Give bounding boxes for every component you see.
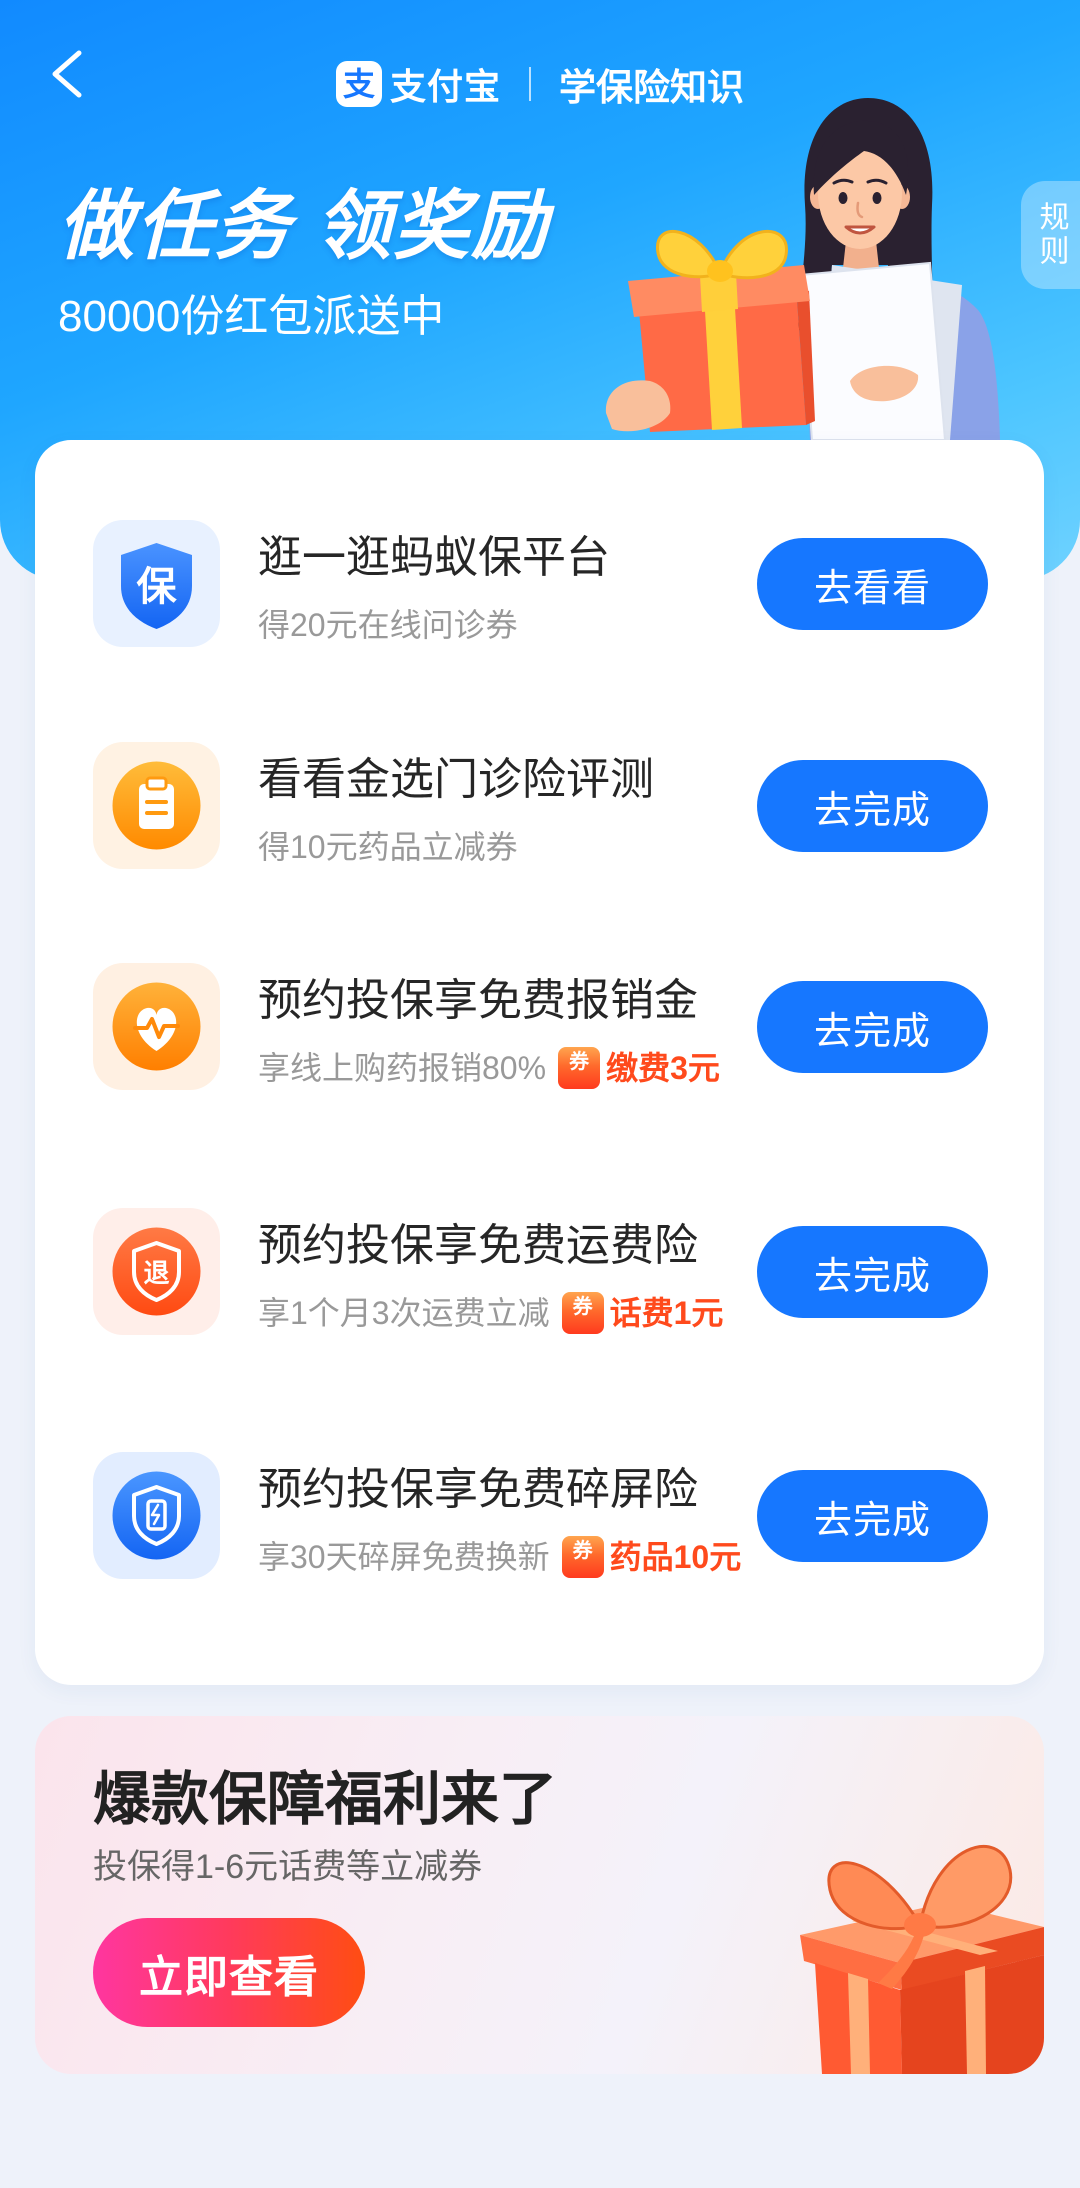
shield-glyph: 保: [137, 565, 178, 609]
brand-name: 支付宝: [389, 66, 501, 107]
coupon-label: 药品10元: [609, 1539, 742, 1575]
rules-tab[interactable]: 规则: [1021, 181, 1080, 289]
task-subtitle: 享线上购药报销80% 券 缴费3元: [258, 1047, 720, 1089]
banner-title: 做任务 领奖励: [58, 184, 550, 269]
task-subtitle-text: 享1个月3次运费立减: [258, 1295, 550, 1331]
alipay-logo-icon: 支: [335, 61, 382, 107]
gift-box-illustration: [800, 1844, 1044, 2074]
task-row: 退 预约投保享免费运费险 享1个月3次运费立减 券 话费1元 去完成: [35, 1208, 1044, 1336]
return-shield-icon: 退: [93, 1208, 220, 1335]
task-subtitle: 得20元在线问诊券: [258, 604, 518, 646]
task-title: 看看金选门诊险评测: [258, 755, 654, 804]
task-subtitle-text: 得10元药品立减券: [258, 829, 518, 865]
task-row: 保 逛一逛蚂蚁保平台 得20元在线问诊券 去看看: [35, 520, 1044, 648]
complete-task-button[interactable]: 去完成: [757, 760, 988, 852]
task-list-card: 保 逛一逛蚂蚁保平台 得20元在线问诊券 去看看 看看金选门诊险评测 得10元药…: [35, 440, 1044, 1685]
coupon-ticket-icon: 券: [561, 1536, 604, 1578]
task-subtitle-text: 享30天碎屏免费换新: [258, 1539, 550, 1575]
task-title: 预约投保享免费碎屏险: [258, 1465, 698, 1514]
task-row: 预约投保享免费碎屏险 享30天碎屏免费换新 券 药品10元 去完成: [35, 1452, 1044, 1580]
coupon-label: 话费1元: [609, 1295, 724, 1331]
shield-bao-icon: 保: [93, 520, 220, 647]
task-title: 预约投保享免费运费险: [258, 1221, 698, 1270]
promo-title: 爆款保障福利来了: [93, 1767, 558, 1832]
view-now-button[interactable]: 立即查看: [93, 1918, 365, 2027]
task-subtitle-text: 享线上购药报销80%: [258, 1050, 547, 1086]
coupon-ticket-icon: 券: [561, 1292, 604, 1334]
rules-tab-label: 规则: [1034, 201, 1068, 269]
heart-pulse-icon: [93, 963, 220, 1090]
title-divider: [529, 67, 531, 101]
complete-task-button[interactable]: 去完成: [757, 1226, 988, 1318]
task-subtitle: 享1个月3次运费立减 券 话费1元: [258, 1292, 723, 1334]
task-subtitle: 享30天碎屏免费换新 券 药品10元: [258, 1536, 741, 1578]
clipboard-icon: [93, 742, 220, 869]
go-view-button[interactable]: 去看看: [757, 538, 988, 630]
complete-task-button[interactable]: 去完成: [757, 1470, 988, 1562]
task-subtitle-text: 得20元在线问诊券: [258, 607, 518, 643]
complete-task-button[interactable]: 去完成: [757, 981, 988, 1073]
coupon-label: 缴费3元: [606, 1050, 720, 1086]
task-subtitle: 得10元药品立减券: [258, 826, 518, 868]
promo-subtitle: 投保得1-6元话费等立减券: [93, 1848, 483, 1886]
task-row: 看看金选门诊险评测 得10元药品立减券 去完成: [35, 742, 1044, 870]
banner-subtitle: 80000份红包派送中: [58, 292, 445, 341]
task-title: 预约投保享免费报销金: [258, 976, 698, 1025]
phone-shield-icon: [93, 1452, 220, 1579]
shield-glyph: 退: [143, 1258, 169, 1288]
promo-banner[interactable]: 爆款保障福利来了 投保得1-6元话费等立减券 立即查看: [35, 1716, 1044, 2074]
task-row: 预约投保享免费报销金 享线上购药报销80% 券 缴费3元 去完成: [35, 963, 1044, 1091]
papers: [798, 261, 962, 440]
coupon-ticket-icon: 券: [558, 1047, 601, 1089]
woman-holding-gift-illustration: [605, 98, 1000, 440]
task-title: 逛一逛蚂蚁保平台: [258, 533, 610, 582]
